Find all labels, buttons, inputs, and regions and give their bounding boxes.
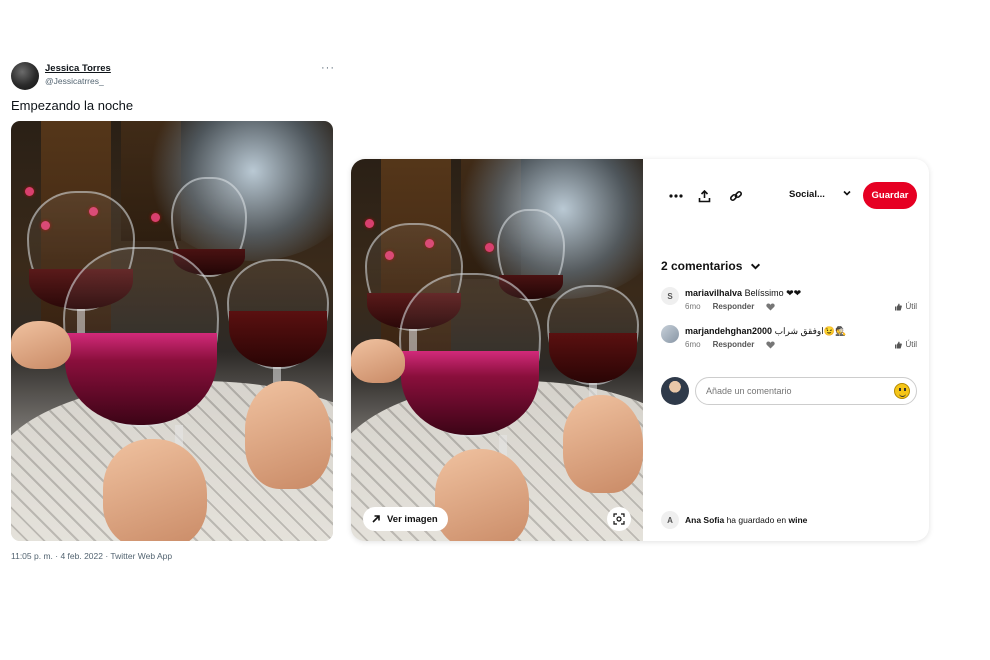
helpful-button[interactable]: Útil (894, 302, 917, 311)
avatar[interactable] (11, 62, 39, 90)
tweet-header: Jessica Torres @Jessicatrres_ ··· (11, 60, 335, 90)
add-comment-input[interactable]: Añade un comentario (695, 377, 917, 405)
helpful-button[interactable]: Útil (894, 340, 917, 349)
avatar[interactable] (661, 377, 689, 405)
reply-button[interactable]: Responder (713, 302, 755, 311)
board-select[interactable]: Social... (789, 189, 825, 200)
comment-text: اوفقق شراب😉🕵 (774, 326, 847, 336)
helpful-label: Útil (905, 302, 917, 311)
more-icon (669, 194, 683, 198)
avatar[interactable]: S (661, 287, 679, 305)
comments-toggle[interactable]: 2 comentarios (661, 259, 761, 273)
more-options-icon[interactable]: ··· (321, 62, 335, 74)
thumbs-up-icon (895, 303, 903, 310)
tweet: Jessica Torres @Jessicatrres_ ··· Empeza… (11, 60, 335, 561)
comment-age: 6mo (685, 340, 701, 349)
copy-link-button[interactable] (727, 187, 745, 205)
pin-image[interactable]: Ver imagen (351, 159, 643, 541)
link-icon (729, 190, 743, 202)
wine-glasses-photo (11, 121, 333, 541)
chevron-down-icon[interactable] (842, 188, 852, 198)
helpful-label: Útil (905, 340, 917, 349)
tweet-timestamp[interactable]: 11:05 p. m. · 4 feb. 2022 · Twitter Web … (11, 551, 172, 561)
add-comment-placeholder: Añade un comentario (706, 386, 792, 396)
tweet-text: Empezando la noche (11, 98, 134, 113)
tweet-photo[interactable] (11, 121, 333, 541)
chevron-down-icon (751, 263, 761, 270)
reply-button[interactable]: Responder (713, 340, 755, 349)
comment-author[interactable]: marjandehghan2000 (685, 326, 772, 336)
arrow-up-right-icon (372, 515, 380, 523)
pin-card: Ver imagen Social... Guardar 2 comentari… (351, 159, 929, 541)
author-handle[interactable]: @Jessicatrres_ (45, 76, 104, 86)
view-image-label: Ver imagen (387, 513, 438, 525)
saver-name[interactable]: Ana Sofia (685, 515, 724, 525)
share-button[interactable] (695, 187, 713, 205)
avatar[interactable]: A (661, 511, 679, 529)
share-icon (698, 189, 710, 202)
thumbs-up-icon (895, 341, 903, 348)
heart-icon[interactable] (766, 302, 776, 311)
comment-author[interactable]: mariavilhalva (685, 288, 742, 298)
wine-glasses-photo (351, 159, 643, 541)
save-button[interactable]: Guardar (863, 182, 917, 209)
comment-age: 6mo (685, 302, 701, 311)
comments-count: 2 comentarios (661, 259, 743, 273)
comment-text: Belíssimo ❤❤ (744, 288, 802, 298)
visual-search-button[interactable] (607, 507, 631, 531)
view-image-button[interactable]: Ver imagen (363, 507, 448, 531)
more-options-button[interactable] (667, 187, 685, 205)
board-link[interactable]: wine (789, 515, 808, 525)
pin-details-panel: Social... Guardar 2 comentarios S mariav… (643, 159, 929, 541)
emoji-icon[interactable] (894, 383, 910, 399)
avatar[interactable] (661, 325, 679, 343)
author-name[interactable]: Jessica Torres (45, 63, 111, 74)
saved-by-line: A Ana Sofia ha guardado en wine (661, 511, 807, 529)
visual-search-icon (613, 513, 625, 525)
heart-icon[interactable] (766, 340, 776, 349)
